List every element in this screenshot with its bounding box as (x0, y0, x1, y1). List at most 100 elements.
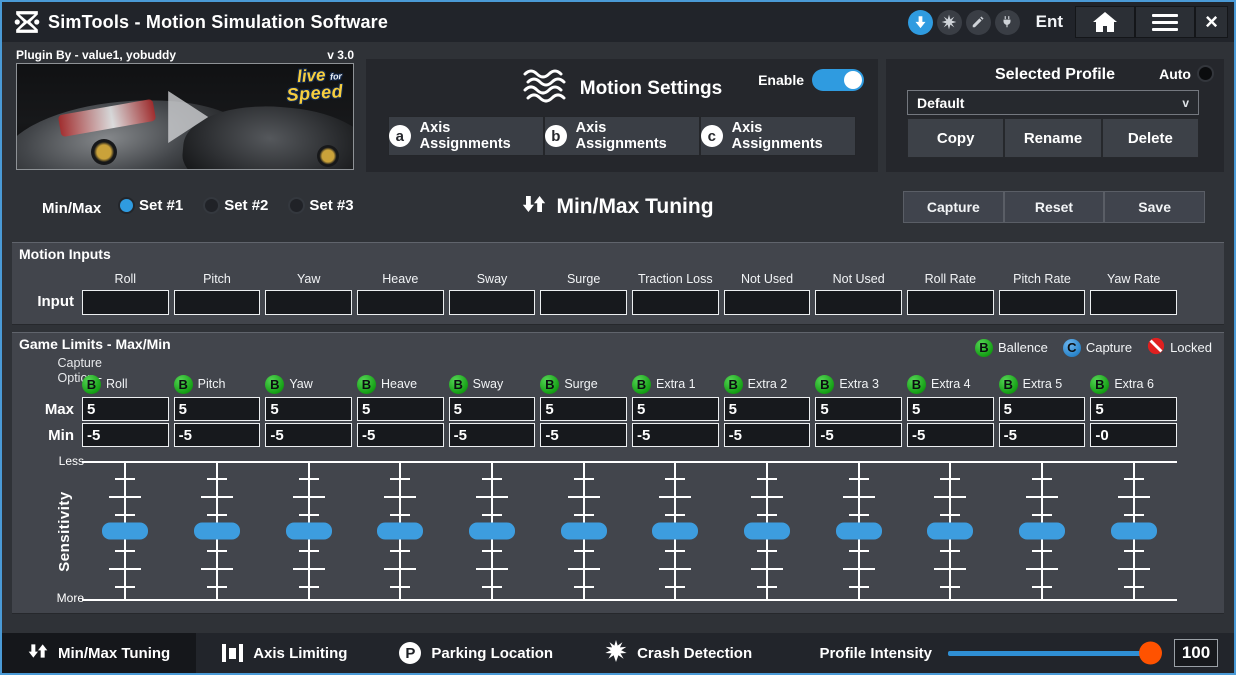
motion-input-field[interactable] (82, 290, 169, 315)
capture-option-icon[interactable]: B (1090, 375, 1109, 394)
motion-input-field[interactable] (999, 290, 1086, 315)
home-button[interactable] (1075, 6, 1135, 38)
delete-button[interactable]: Delete (1102, 118, 1199, 158)
min-limit-field[interactable] (1090, 423, 1177, 447)
reset-button[interactable]: Reset (1004, 191, 1105, 223)
tab-crash-detection[interactable]: Crash Detection (579, 633, 778, 673)
axis-assignments-a-button[interactable]: a Axis Assignments (388, 116, 544, 156)
min-limit-field[interactable] (540, 423, 627, 447)
capture-option-icon[interactable]: B (174, 375, 193, 394)
sensitivity-slider[interactable] (999, 463, 1086, 599)
min-limit-field[interactable] (265, 423, 352, 447)
profile-dropdown[interactable]: Default v (907, 90, 1199, 115)
save-button[interactable]: Save (1104, 191, 1205, 223)
max-limit-field[interactable] (724, 397, 811, 421)
max-limit-field[interactable] (449, 397, 536, 421)
sensitivity-slider-handle[interactable] (1111, 523, 1157, 540)
min-limit-field[interactable] (449, 423, 536, 447)
play-icon[interactable] (168, 91, 208, 143)
sensitivity-slider-handle[interactable] (469, 523, 515, 540)
motion-input-field[interactable] (449, 290, 536, 315)
motion-input-field[interactable] (540, 290, 627, 315)
max-limit-field[interactable] (907, 397, 994, 421)
max-limit-field[interactable] (174, 397, 261, 421)
sensitivity-slider[interactable] (265, 463, 352, 599)
capture-option-icon[interactable]: B (632, 375, 651, 394)
sensitivity-slider[interactable] (815, 463, 902, 599)
plug-icon[interactable] (995, 10, 1020, 35)
sensitivity-slider[interactable] (540, 463, 627, 599)
profile-intensity-handle[interactable] (1139, 642, 1162, 665)
min-limit-field[interactable] (174, 423, 261, 447)
motion-input-field[interactable] (265, 290, 352, 315)
tab-axis-limiting[interactable]: Axis Limiting (196, 633, 373, 673)
capture-option-icon[interactable]: B (449, 375, 468, 394)
menu-button[interactable] (1135, 6, 1195, 38)
sensitivity-slider[interactable] (632, 463, 719, 599)
sensitivity-slider[interactable] (907, 463, 994, 599)
max-limit-field[interactable] (999, 397, 1086, 421)
min-limit-field[interactable] (815, 423, 902, 447)
download-update-icon[interactable] (908, 10, 933, 35)
sensitivity-slider[interactable] (82, 463, 169, 599)
rename-button[interactable]: Rename (1004, 118, 1101, 158)
axis-assignments-c-button[interactable]: c Axis Assignments (700, 116, 856, 156)
sensitivity-slider-handle[interactable] (102, 523, 148, 540)
capture-option-icon[interactable]: B (815, 375, 834, 394)
motion-input-field[interactable] (815, 290, 902, 315)
sensitivity-slider[interactable] (449, 463, 536, 599)
profile-intensity-slider[interactable] (948, 651, 1158, 656)
sensitivity-slider[interactable] (357, 463, 444, 599)
motion-input-field[interactable] (357, 290, 444, 315)
max-limit-field[interactable] (1090, 397, 1177, 421)
min-limit-field[interactable] (357, 423, 444, 447)
game-preview-image[interactable]: live for Speed (16, 63, 354, 170)
motion-input-field[interactable] (632, 290, 719, 315)
sensitivity-slider-handle[interactable] (836, 523, 882, 540)
capture-option-icon[interactable]: B (540, 375, 559, 394)
sensitivity-slider-handle[interactable] (377, 523, 423, 540)
motion-input-field[interactable] (724, 290, 811, 315)
capture-option-icon[interactable]: B (82, 375, 101, 394)
sensitivity-slider-handle[interactable] (561, 523, 607, 540)
legend-ballence: B Ballence (975, 339, 1048, 357)
sensitivity-slider-handle[interactable] (286, 523, 332, 540)
axis-assignments-b-button[interactable]: b Axis Assignments (544, 116, 700, 156)
motion-input-field[interactable] (907, 290, 994, 315)
max-limit-field[interactable] (540, 397, 627, 421)
max-limit-field[interactable] (265, 397, 352, 421)
edit-pencil-icon[interactable] (966, 10, 991, 35)
enable-toggle[interactable] (812, 69, 864, 91)
capture-button[interactable]: Capture (903, 191, 1004, 223)
capture-option-icon[interactable]: B (357, 375, 376, 394)
max-limit-field[interactable] (357, 397, 444, 421)
sensitivity-slider-handle[interactable] (194, 523, 240, 540)
sensitivity-slider-handle[interactable] (1019, 523, 1065, 540)
starburst-icon[interactable] (937, 10, 962, 35)
min-limit-field[interactable] (907, 423, 994, 447)
max-limit-field[interactable] (632, 397, 719, 421)
auto-toggle[interactable] (1197, 65, 1214, 82)
max-limit-field[interactable] (82, 397, 169, 421)
sensitivity-slider-handle[interactable] (652, 523, 698, 540)
min-limit-field[interactable] (999, 423, 1086, 447)
max-limit-field[interactable] (815, 397, 902, 421)
capture-option-icon[interactable]: B (907, 375, 926, 394)
close-button[interactable]: × (1195, 6, 1228, 38)
sensitivity-slider[interactable] (724, 463, 811, 599)
min-limit-field[interactable] (82, 423, 169, 447)
copy-button[interactable]: Copy (907, 118, 1004, 158)
capture-option-icon[interactable]: B (999, 375, 1018, 394)
sensitivity-slider-handle[interactable] (744, 523, 790, 540)
motion-input-field[interactable] (1090, 290, 1177, 315)
tab-parking-location[interactable]: P Parking Location (373, 633, 579, 673)
capture-option-icon[interactable]: B (724, 375, 743, 394)
sensitivity-slider-handle[interactable] (927, 523, 973, 540)
sensitivity-slider[interactable] (1090, 463, 1177, 599)
tab-minmax-tuning[interactable]: Min/Max Tuning (2, 633, 196, 673)
min-limit-field[interactable] (632, 423, 719, 447)
motion-input-field[interactable] (174, 290, 261, 315)
capture-option-icon[interactable]: B (265, 375, 284, 394)
sensitivity-slider[interactable] (174, 463, 261, 599)
min-limit-field[interactable] (724, 423, 811, 447)
